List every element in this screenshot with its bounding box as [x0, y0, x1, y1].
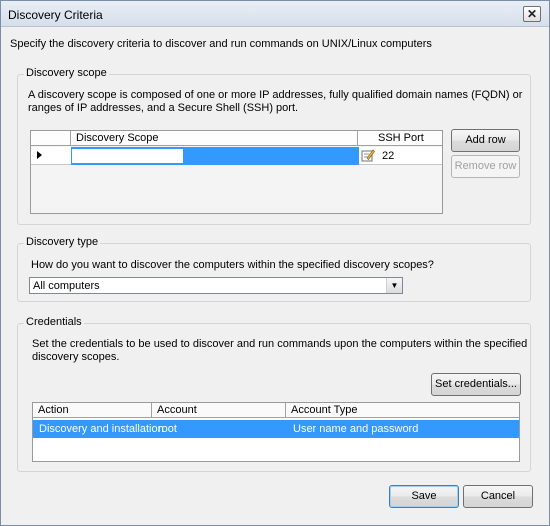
chevron-down-icon[interactable]: ▼: [386, 278, 402, 293]
credentials-row-action: Discovery and installation: [39, 423, 164, 435]
grid-corner-cell: [31, 131, 71, 146]
title-bar: Discovery Criteria ✕: [1, 1, 549, 27]
discovery-scope-grid[interactable]: Discovery Scope SSH Port 22: [30, 130, 443, 214]
close-icon: ✕: [526, 7, 538, 21]
discovery-type-selected-value: All computers: [33, 280, 100, 292]
edit-icon[interactable]: [361, 148, 375, 162]
credentials-list-header: Action Account Account Type: [33, 403, 519, 418]
discovery-type-question: How do you want to discover the computer…: [31, 259, 434, 271]
column-header-account[interactable]: Account: [152, 403, 286, 418]
credentials-group-title: Credentials: [24, 316, 84, 328]
discovery-scope-cell[interactable]: [71, 147, 359, 165]
discovery-criteria-dialog: Discovery Criteria ✕ Specify the discove…: [0, 0, 550, 526]
discovery-scope-grid-header: Discovery Scope SSH Port: [31, 131, 442, 146]
credentials-list[interactable]: Action Account Account Type Discovery an…: [32, 402, 520, 462]
credentials-row[interactable]: Discovery and installation root User nam…: [33, 420, 519, 438]
discovery-scope-group-title: Discovery scope: [24, 67, 109, 79]
credentials-description-line2: discovery scopes.: [32, 351, 120, 363]
ssh-port-cell[interactable]: 22: [382, 150, 394, 162]
dialog-title: Discovery Criteria: [8, 8, 103, 22]
credentials-row-account-type: User name and password: [293, 423, 419, 435]
discovery-scope-description: A discovery scope is composed of one or …: [28, 89, 522, 115]
credentials-row-account: root: [158, 423, 177, 435]
discovery-scope-description-line1: A discovery scope is composed of one or …: [28, 89, 523, 101]
credentials-group: Credentials Set the credentials to be us…: [17, 316, 531, 472]
set-credentials-button[interactable]: Set credentials...: [431, 373, 521, 396]
credentials-description-line1: Set the credentials to be used to discov…: [32, 338, 528, 350]
discovery-scope-description-line2: ranges of IP addresses, and a Secure She…: [28, 102, 299, 114]
column-header-ssh-port[interactable]: SSH Port: [358, 131, 442, 146]
column-header-account-type[interactable]: Account Type: [286, 403, 519, 418]
credentials-description: Set the credentials to be used to discov…: [32, 338, 527, 364]
remove-row-button[interactable]: Remove row: [451, 155, 520, 178]
discovery-scope-input[interactable]: [72, 149, 183, 163]
cancel-button[interactable]: Cancel: [463, 485, 533, 508]
row-indicator-icon: [37, 151, 42, 159]
save-button[interactable]: Save: [389, 485, 459, 508]
discovery-type-group-title: Discovery type: [24, 236, 101, 248]
discovery-type-select[interactable]: All computers ▼: [29, 277, 403, 294]
column-header-discovery-scope[interactable]: Discovery Scope: [71, 131, 358, 146]
discovery-scope-row[interactable]: 22: [31, 147, 442, 165]
discovery-scope-group: Discovery scope A discovery scope is com…: [17, 67, 531, 225]
column-header-action[interactable]: Action: [33, 403, 152, 418]
close-button[interactable]: ✕: [523, 6, 541, 22]
add-row-button[interactable]: Add row: [451, 129, 520, 152]
intro-text: Specify the discovery criteria to discov…: [10, 38, 432, 50]
